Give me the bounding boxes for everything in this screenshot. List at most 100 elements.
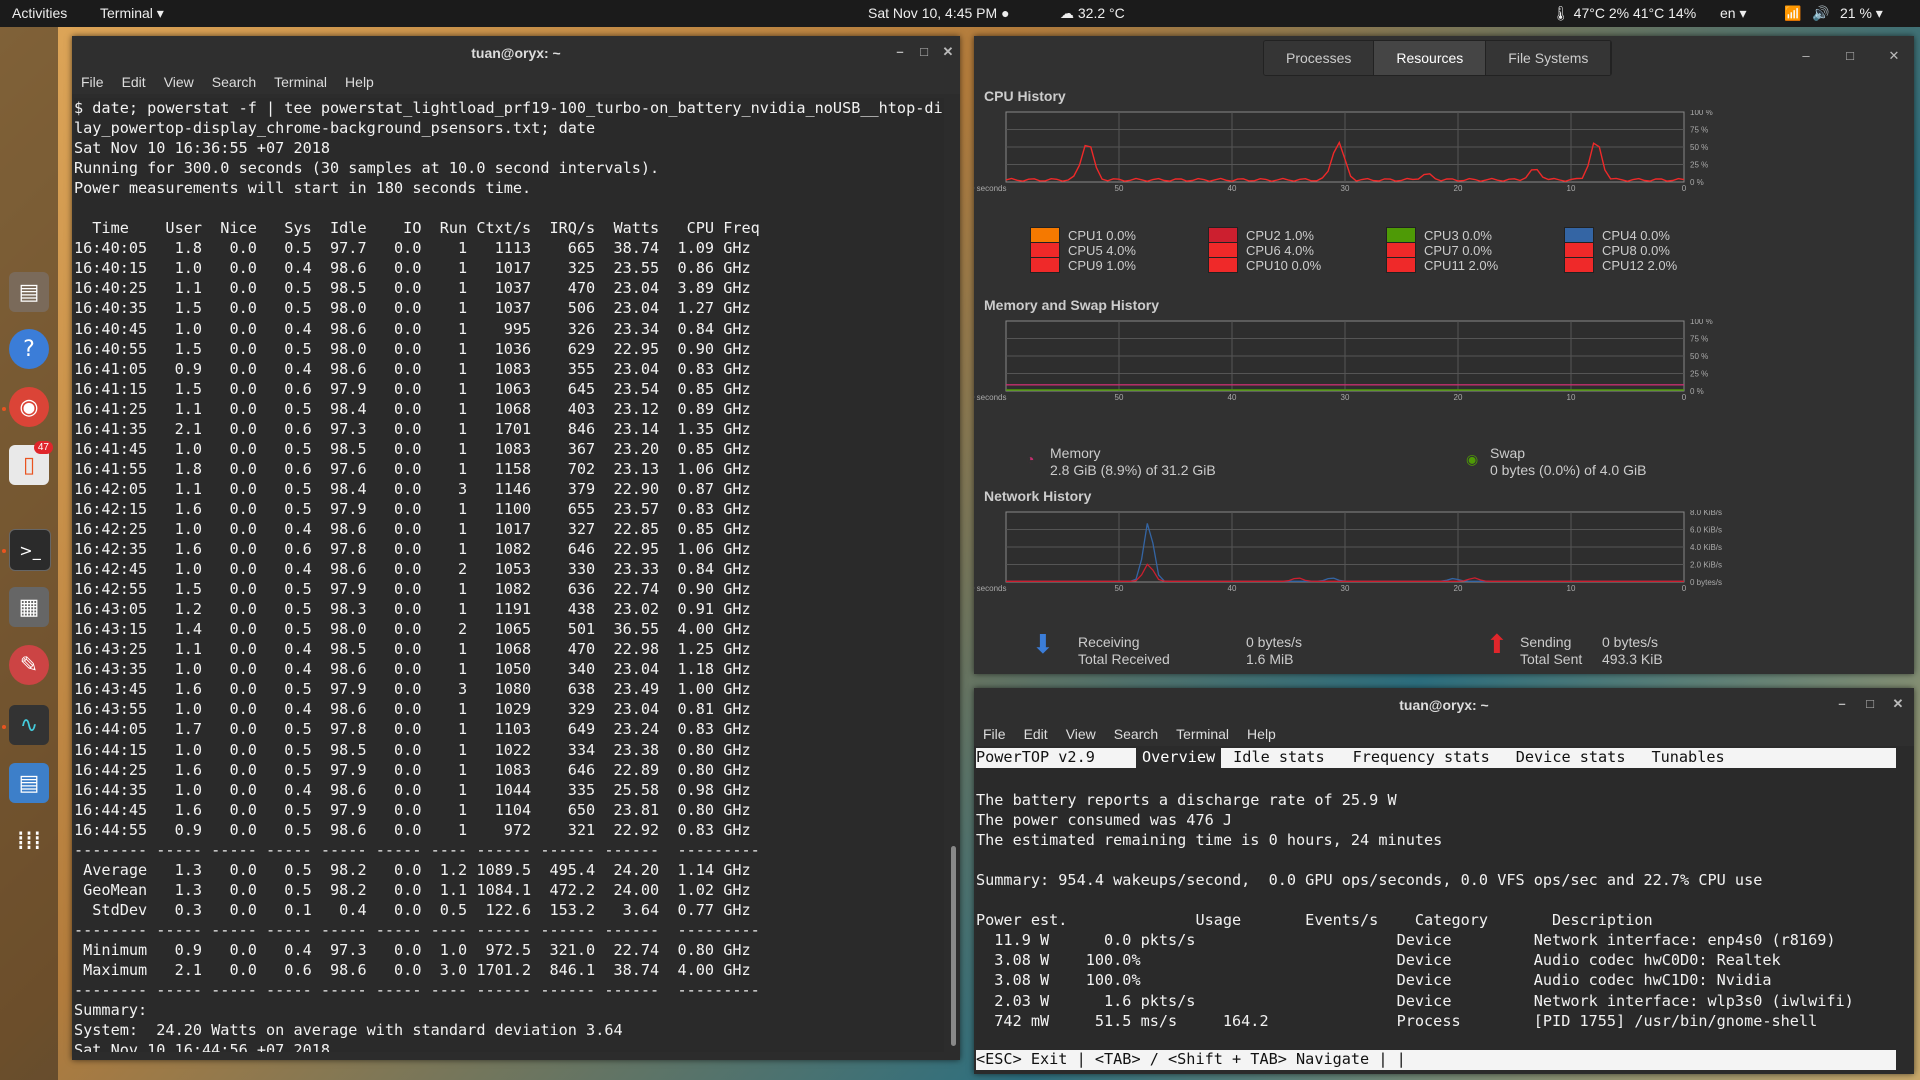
cpu-legend-item[interactable]: CPU6 4.0%	[1208, 242, 1314, 258]
window-title: tuan@oryx: ~	[471, 45, 561, 61]
cpu-color-swatch[interactable]	[1564, 257, 1594, 273]
tab-idle-stats[interactable]: Idle stats	[1233, 748, 1352, 768]
menu-search[interactable]: Search	[1105, 722, 1167, 746]
y-tick-label: 100 %	[1690, 319, 1713, 326]
maximize-icon[interactable]: □	[1842, 48, 1858, 64]
settings-icon[interactable]: ✎	[9, 645, 49, 685]
help-icon[interactable]: ?	[9, 329, 49, 369]
notification-badge: 47	[33, 441, 53, 454]
cpu-legend-item[interactable]: CPU5 4.0%	[1030, 242, 1136, 258]
powertop-output[interactable]: PowerTOP v2.9 Overview Idle stats Freque…	[976, 748, 1900, 1070]
cpu-color-swatch[interactable]	[1030, 257, 1060, 273]
tab-overview[interactable]: Overview	[1136, 748, 1222, 768]
cpu-color-swatch[interactable]	[1386, 257, 1416, 273]
calculator-icon[interactable]: ▦	[9, 587, 49, 627]
system-monitor-icon[interactable]: ∿	[9, 705, 49, 745]
files-icon[interactable]: ▤	[9, 272, 49, 312]
close-icon[interactable]: ✕	[1886, 48, 1902, 64]
powertop-titlebar[interactable]: tuan@oryx: ~ – □ ✕	[974, 688, 1914, 722]
cpu-color-swatch[interactable]	[1208, 227, 1238, 243]
battery-indicator[interactable]: 21 % ▾	[1840, 5, 1883, 22]
x-tick-label: 10	[1567, 393, 1576, 402]
terminal-icon[interactable]: >_	[9, 529, 51, 571]
x-tick-label: 50	[1115, 184, 1124, 193]
activities-button[interactable]: Activities	[12, 5, 67, 21]
total-received-label: Total Received	[1078, 651, 1170, 667]
scrollbar[interactable]	[951, 846, 956, 1046]
menu-help[interactable]: Help	[336, 70, 383, 94]
x-tick-label: 40	[1228, 584, 1237, 593]
tab-file-systems[interactable]: File Systems	[1486, 41, 1612, 75]
menu-search[interactable]: Search	[203, 70, 265, 94]
menu-terminal[interactable]: Terminal	[265, 70, 336, 94]
menu-file[interactable]: File	[974, 722, 1015, 746]
powertop-version: PowerTOP v2.9	[976, 748, 1136, 768]
tab-processes[interactable]: Processes	[1264, 41, 1375, 75]
menu-edit[interactable]: Edit	[1015, 722, 1057, 746]
running-indicator	[2, 725, 6, 729]
cpu-color-swatch[interactable]	[1386, 242, 1416, 258]
cpu-legend-label: CPU9 1.0%	[1068, 257, 1136, 273]
x-tick-label: 20	[1454, 184, 1463, 193]
menu-help[interactable]: Help	[1238, 722, 1285, 746]
weather-indicator[interactable]: ☁ 32.2 °C	[1060, 5, 1125, 22]
minimize-icon[interactable]: –	[1798, 48, 1814, 64]
minimize-icon[interactable]: –	[892, 44, 908, 60]
cpu-legend-item[interactable]: CPU10 0.0%	[1208, 257, 1321, 273]
chrome-icon[interactable]: ◉	[9, 387, 49, 427]
cpu-color-swatch[interactable]	[1386, 227, 1416, 243]
cpu-legend-item[interactable]: CPU9 1.0%	[1030, 257, 1136, 273]
cpu-color-swatch[interactable]	[1208, 257, 1238, 273]
swap-pie-icon: ◉	[1466, 451, 1479, 467]
cpu-legend-item[interactable]: CPU11 2.0%	[1386, 257, 1498, 273]
cpu-legend-item[interactable]: CPU4 0.0%	[1564, 227, 1670, 243]
tab-tunables[interactable]: Tunables	[1651, 748, 1734, 768]
app-menu[interactable]: Terminal ▾	[100, 5, 164, 22]
menu-terminal[interactable]: Terminal	[1167, 722, 1238, 746]
keyboard-layout[interactable]: en ▾	[1720, 5, 1747, 22]
terminal-menubar: File Edit View Search Terminal Help	[72, 70, 960, 94]
cpu-legend-item[interactable]: CPU3 0.0%	[1386, 227, 1492, 243]
receiving-rate: 0 bytes/s	[1246, 634, 1303, 650]
close-icon[interactable]: ✕	[1890, 696, 1906, 712]
cpu-color-swatch[interactable]	[1564, 227, 1594, 243]
maximize-icon[interactable]: □	[916, 44, 932, 60]
tab-resources[interactable]: Resources	[1374, 41, 1487, 75]
cpu-color-swatch[interactable]	[1030, 242, 1060, 258]
cpu-color-swatch[interactable]	[1030, 227, 1060, 243]
cpu-legend-item[interactable]: CPU1 0.0%	[1030, 227, 1136, 243]
sensors-indicator[interactable]: 🌡 47°C 2% 41°C 14%	[1552, 5, 1696, 22]
terminal-titlebar[interactable]: tuan@oryx: ~ – □ ✕	[72, 36, 960, 70]
tab-device-stats[interactable]: Device stats	[1516, 748, 1652, 768]
cpu-color-swatch[interactable]	[1208, 242, 1238, 258]
software-icon[interactable]: ▯ 47	[9, 441, 53, 485]
maximize-icon[interactable]: □	[1862, 696, 1878, 712]
cpu-color-swatch[interactable]	[1564, 242, 1594, 258]
terminal-window: tuan@oryx: ~ – □ ✕ File Edit View Search…	[72, 36, 960, 1060]
y-tick-label: 75 %	[1690, 335, 1708, 344]
apps-grid-icon[interactable]: ⁞⁞⁞	[9, 821, 49, 861]
cpu-legend-label: CPU5 4.0%	[1068, 242, 1136, 258]
clock[interactable]: Sat Nov 10, 4:45 PM ●	[868, 5, 1010, 21]
wifi-icon[interactable]: 📶	[1784, 5, 1801, 22]
menu-file[interactable]: File	[72, 70, 113, 94]
text-editor-icon[interactable]: ▤	[9, 763, 49, 803]
cpu-legend-label: CPU1 0.0%	[1068, 227, 1136, 243]
cpu-legend-item[interactable]: CPU12 2.0%	[1564, 257, 1677, 273]
menu-view[interactable]: View	[1057, 722, 1105, 746]
network-history-title: Network History	[984, 488, 1092, 504]
powertop-menubar: File Edit View Search Terminal Help	[974, 722, 1914, 746]
menu-edit[interactable]: Edit	[113, 70, 155, 94]
cpu-legend-item[interactable]: CPU2 1.0%	[1208, 227, 1314, 243]
x-tick-label: 0	[1682, 584, 1687, 593]
y-tick-label: 50 %	[1690, 143, 1708, 152]
close-icon[interactable]: ✕	[940, 44, 956, 60]
tab-frequency-stats[interactable]: Frequency stats	[1353, 748, 1516, 768]
terminal-output[interactable]: $ date; powerstat -f | tee powerstat_lig…	[74, 98, 944, 1052]
cpu-legend-item[interactable]: CPU7 0.0%	[1386, 242, 1492, 258]
minimize-icon[interactable]: –	[1834, 696, 1850, 712]
menu-view[interactable]: View	[155, 70, 203, 94]
volume-icon[interactable]: 🔊	[1812, 5, 1829, 22]
cpu-legend-item[interactable]: CPU8 0.0%	[1564, 242, 1670, 258]
y-tick-label: 8.0 KiB/s	[1690, 510, 1722, 517]
